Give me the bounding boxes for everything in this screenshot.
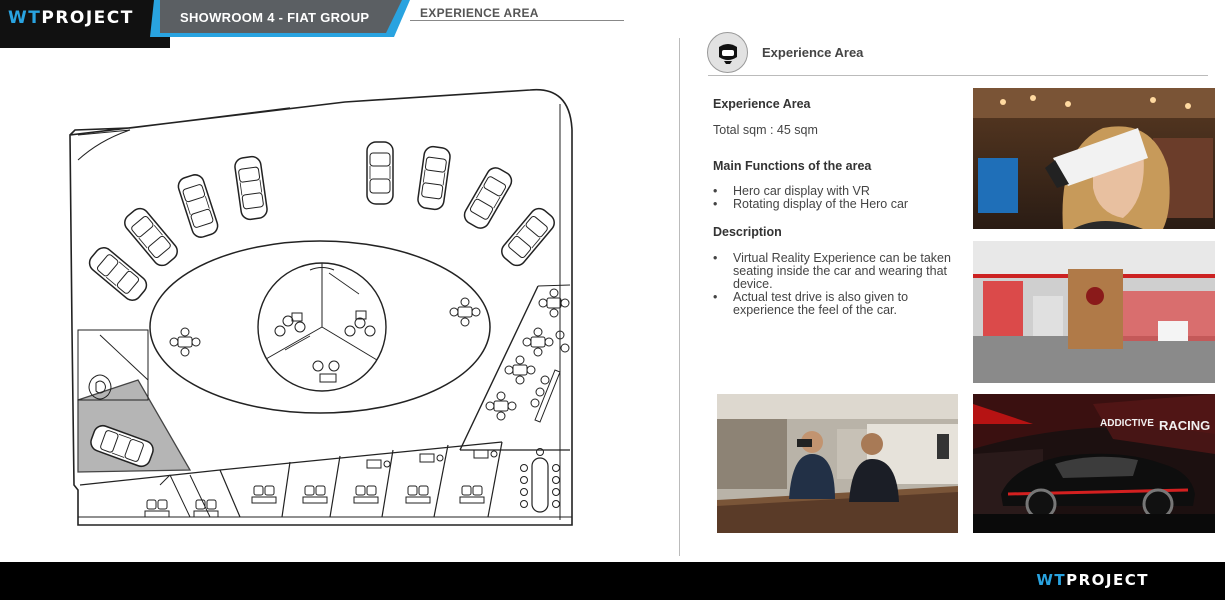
- photo-vr-demo: [717, 394, 958, 533]
- list-item: Virtual Reality Experience can be taken …: [713, 252, 968, 291]
- photo-racing-car: ADDICTIVE RACING: [973, 394, 1215, 533]
- total-sqm: Total sqm : 45 sqm: [713, 123, 818, 137]
- functions-list: Hero car display with VR Rotating displa…: [713, 185, 968, 212]
- list-item: Actual test drive is also given to exper…: [713, 291, 968, 317]
- info-panel: Experience Area Total sqm : 45 sqm Main …: [713, 97, 968, 317]
- banner-text-racing: RACING: [1159, 418, 1210, 433]
- functions-title: Main Functions of the area: [713, 159, 872, 173]
- description-list: Virtual Reality Experience can be taken …: [713, 252, 968, 317]
- vr-headset-icon: [707, 32, 748, 73]
- panel-heading: Experience Area: [762, 45, 864, 60]
- footer-logo: WTPROJECT: [1036, 571, 1149, 589]
- page-title: SHOWROOM 4 - FIAT GROUP: [180, 10, 370, 25]
- vertical-divider: [679, 38, 680, 556]
- list-item: Rotating display of the Hero car: [713, 198, 968, 212]
- header-logo-block: WTPROJECT: [0, 0, 170, 48]
- description-title: Description: [713, 225, 782, 239]
- floor-plan-drawing: [69, 88, 573, 526]
- footer-bar: WTPROJECT: [0, 562, 1225, 600]
- section-title: EXPERIENCE AREA: [420, 6, 539, 20]
- panel-underline: [708, 75, 1208, 76]
- section-underline: [410, 20, 624, 21]
- photo-vr-headset: [973, 88, 1215, 229]
- brand-logo: WTPROJECT: [8, 8, 134, 28]
- photo-showroom-interior: [973, 241, 1215, 383]
- banner-text-addictive: ADDICTIVE: [1100, 418, 1154, 429]
- area-title: Experience Area: [713, 97, 811, 111]
